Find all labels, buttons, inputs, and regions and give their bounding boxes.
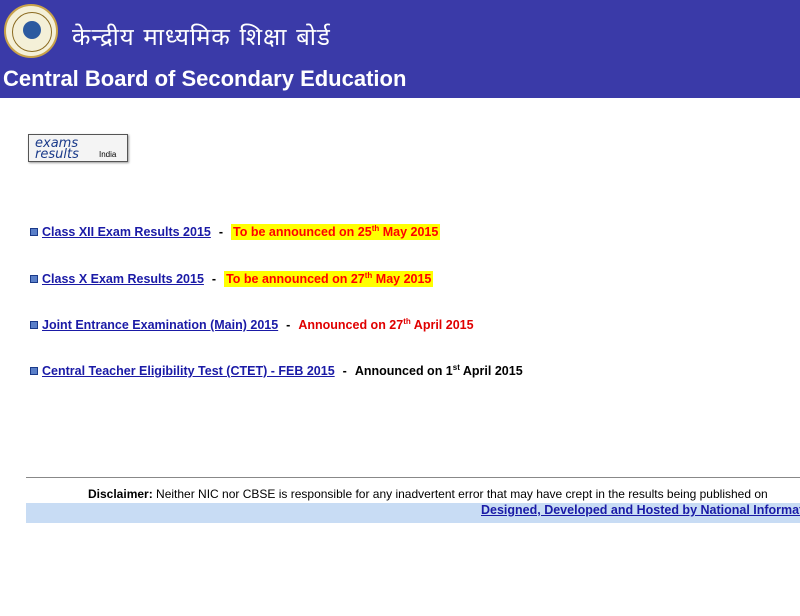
status-text-end: May 2015 (372, 272, 432, 286)
status-text: Announced on 1 (354, 364, 453, 378)
status-text: To be announced on 27 (226, 272, 365, 286)
bullet-icon (30, 321, 38, 329)
status-sup: th (403, 316, 411, 326)
result-row-ctet: Central Teacher Eligibility Test (CTET) … (30, 362, 523, 380)
status-text-end: April 2015 (459, 364, 523, 378)
status-text-end: May 2015 (379, 225, 439, 239)
result-row-class-xii: Class XII Exam Results 2015 - To be anno… (30, 223, 441, 241)
disclaimer-text: Neither NIC nor CBSE is responsible for … (152, 487, 768, 501)
ctet-status: Announced on 1st April 2015 (354, 362, 523, 378)
status-text: To be announced on 25 (233, 225, 372, 239)
status-sup: st (452, 362, 460, 372)
footer-divider (26, 477, 800, 478)
separator: - (342, 364, 347, 378)
logo-results: results (35, 147, 79, 162)
class-xii-results-link[interactable]: Class XII Exam Results 2015 (42, 225, 211, 239)
english-title: Central Board of Secondary Education (3, 66, 407, 91)
separator: - (286, 318, 291, 332)
emblem-core (23, 21, 41, 39)
disclaimer-label: Disclaimer: (88, 487, 153, 501)
bullet-icon (30, 275, 38, 283)
page: केन्द्रीय माध्यमिक शिक्षा बोर्ड Central … (0, 0, 800, 616)
bullet-icon (30, 367, 38, 375)
status-text-end: April 2015 (410, 318, 474, 332)
class-x-status: To be announced on 27th May 2015 (224, 271, 434, 287)
bullet-icon (30, 228, 38, 236)
separator: - (218, 225, 224, 239)
class-xii-status: To be announced on 25th May 2015 (231, 224, 441, 240)
status-text: Announced on 27 (298, 318, 404, 332)
footer-bar: Designed, Developed and Hosted by Nation… (26, 503, 800, 523)
result-row-jee-main: Joint Entrance Examination (Main) 2015 -… (30, 316, 474, 334)
result-row-class-x: Class X Exam Results 2015 - To be announ… (30, 270, 434, 288)
logo-india: India (99, 150, 117, 159)
jee-main-status: Announced on 27th April 2015 (298, 316, 474, 332)
separator: - (211, 272, 217, 286)
nic-credit-link[interactable]: Designed, Developed and Hosted by Nation… (481, 503, 800, 517)
hindi-title: केन्द्रीय माध्यमिक शिक्षा बोर्ड (72, 23, 331, 51)
class-x-results-link[interactable]: Class X Exam Results 2015 (42, 272, 204, 286)
disclaimer: Disclaimer: Neither NIC nor CBSE is resp… (88, 487, 768, 501)
exams-results-india-logo: exams results India (28, 134, 128, 162)
jee-main-results-link[interactable]: Joint Entrance Examination (Main) 2015 (42, 318, 278, 332)
site-header: केन्द्रीय माध्यमिक शिक्षा बोर्ड Central … (0, 0, 800, 98)
ctet-results-link[interactable]: Central Teacher Eligibility Test (CTET) … (42, 364, 335, 378)
cbse-emblem-icon (4, 4, 58, 58)
